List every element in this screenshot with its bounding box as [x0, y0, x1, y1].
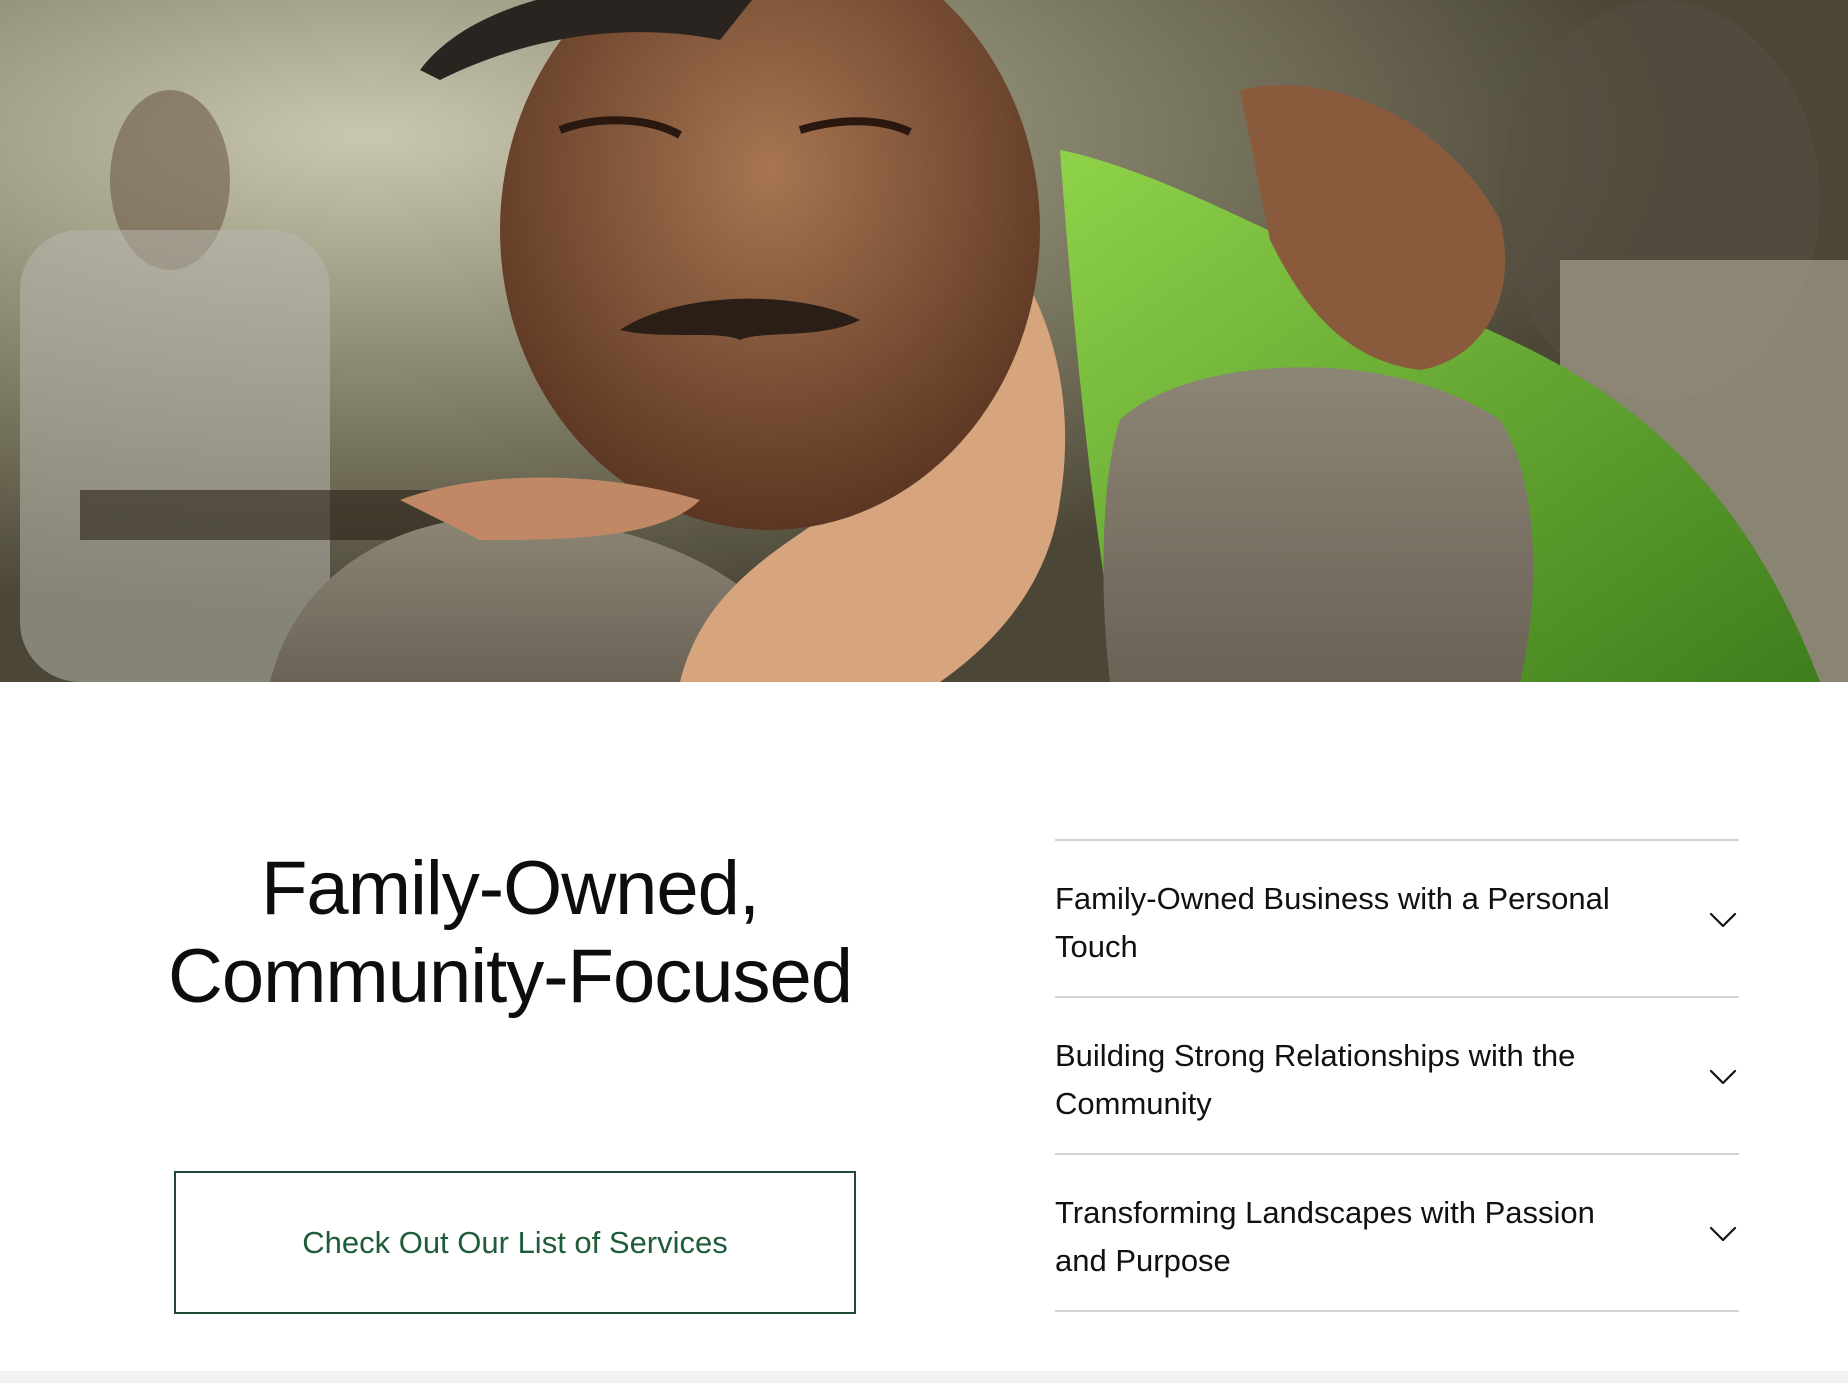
section-headline: Family-Owned, Community-Focused — [60, 845, 960, 1021]
chevron-down-icon[interactable] — [1707, 1060, 1739, 1092]
services-list-button[interactable]: Check Out Our List of Services — [174, 1171, 856, 1314]
chevron-down-icon[interactable] — [1707, 903, 1739, 935]
services-list-button-label: Check Out Our List of Services — [302, 1224, 728, 1260]
accordion-item-landscapes[interactable]: Transforming Landscapes with Passion and… — [1055, 1153, 1739, 1312]
accordion-item-title: Building Strong Relationships with the C… — [1055, 1038, 1576, 1121]
headline-line-2: Community-Focused — [167, 934, 853, 1019]
hero-photo — [0, 0, 1848, 682]
hero-image — [0, 0, 1848, 682]
chevron-down-icon[interactable] — [1707, 1217, 1739, 1249]
accordion-item-title: Family-Owned Business with a Personal To… — [1055, 881, 1610, 964]
footer-divider-strip — [0, 1371, 1848, 1383]
intro-section: Family-Owned, Community-Focused Check Ou… — [0, 682, 1848, 1371]
accordion-item-family-owned[interactable]: Family-Owned Business with a Personal To… — [1055, 839, 1739, 996]
accordion-item-title: Transforming Landscapes with Passion and… — [1055, 1195, 1595, 1278]
headline-line-1: Family-Owned, — [261, 846, 760, 931]
accordion-item-community[interactable]: Building Strong Relationships with the C… — [1055, 996, 1739, 1153]
feature-accordion: Family-Owned Business with a Personal To… — [1055, 839, 1739, 1312]
